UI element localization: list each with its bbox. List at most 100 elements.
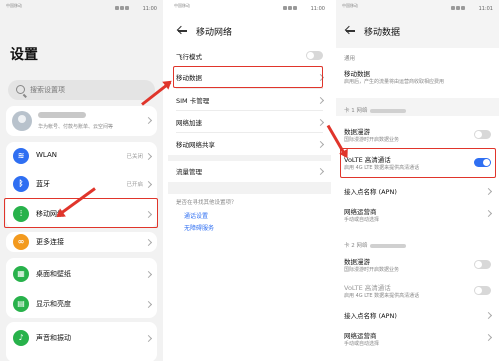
- redacted-number: [369, 243, 406, 248]
- airplane-mode-row[interactable]: 飞行模式: [168, 46, 331, 66]
- redacted-number: [369, 108, 406, 113]
- carrier-row[interactable]: 网络运营商 手动或自动选择: [336, 206, 499, 230]
- volte-row-2[interactable]: VoLTE 高清通话 启用 4G LTE 数据来提供高清通话: [336, 282, 499, 304]
- network-acceleration-row[interactable]: 网络加速: [168, 112, 331, 132]
- row-subtitle: 启用 4G LTE 数据来提供高清通话: [344, 293, 420, 299]
- sound-group: ♪ 声音和振动: [6, 322, 157, 361]
- chevron-right-icon: [316, 167, 325, 176]
- chevron-right-icon: [484, 209, 493, 218]
- page-title: 移动数据: [364, 28, 401, 38]
- chevron-right-icon: [144, 116, 153, 125]
- settings-screen: 中国移动 11:00 设置 搜索设置项 华为帐号、付款与账单、云空间等 ≋ WL…: [0, 0, 163, 361]
- row-subtitle: 手动或自动选择: [344, 217, 380, 223]
- settings-item-label: 桌面和壁纸: [36, 270, 71, 278]
- apn-row[interactable]: 接入点名称 (APN): [336, 184, 499, 202]
- page-title: 设置: [10, 47, 38, 63]
- row-label: 移动网络共享: [176, 141, 215, 149]
- row-title: VoLTE 高清通话: [344, 284, 391, 292]
- settings-item-more-connections[interactable]: ∞ 更多连接: [6, 228, 157, 256]
- settings-item-desktop[interactable]: ▦ 桌面和壁纸: [6, 260, 157, 288]
- settings-item-value: 已开启: [126, 182, 143, 188]
- chevron-right-icon: [144, 300, 153, 309]
- row-subtitle: 国际漫游时开启数据业务: [344, 137, 400, 143]
- chevron-right-icon: [316, 118, 325, 127]
- chevron-right-icon: [316, 96, 325, 105]
- status-bar: 中国移动 11:00: [168, 2, 331, 14]
- sim2-label: 卡 2 网络: [344, 243, 368, 249]
- row-subtitle: 手动或自动选择: [344, 341, 380, 347]
- sound-icon: ♪: [13, 330, 29, 346]
- display-icon: ▤: [13, 296, 29, 312]
- settings-item-wlan[interactable]: ≋ WLAN 已关闭: [6, 142, 157, 170]
- chevron-right-icon: [316, 140, 325, 149]
- hint-text: 是否在寻找其他设置项？: [176, 200, 237, 206]
- section-gap: [168, 182, 331, 194]
- status-icons: [115, 6, 135, 11]
- section-header: 通用: [344, 56, 356, 62]
- data-usage-row[interactable]: 流量管理: [168, 161, 331, 181]
- account-name-blurred: [38, 112, 86, 118]
- call-settings-link[interactable]: 通话设置: [184, 211, 208, 220]
- settings-item-bluetooth[interactable]: ᛒ 蓝牙 已开启: [6, 170, 157, 198]
- back-arrow-icon[interactable]: [346, 30, 355, 32]
- carrier-label: 中国移动: [6, 3, 22, 8]
- status-icons: [283, 6, 303, 11]
- wifi-icon: ≋: [13, 148, 29, 164]
- search-icon: [16, 85, 25, 94]
- row-title: 网络运营商: [344, 208, 377, 216]
- data-roaming-row[interactable]: 数据漫游 国际漫游时开启数据业务: [336, 126, 499, 150]
- carrier-label: 中国移动: [342, 3, 358, 8]
- page-title: 移动网络: [196, 28, 233, 38]
- section-header-sim2: 卡 2 网络: [344, 241, 406, 249]
- status-bar: 中国移动 11:00: [0, 2, 163, 14]
- chevron-right-icon: [144, 270, 153, 279]
- mobile-data-screen: 中国移动 11:01 移动数据 通用 移动数据 启用后，产生的流量将由运营商收取…: [336, 0, 499, 361]
- mobile-network-screen: 中国移动 11:00 移动网络 飞行模式 移动数据 SIM 卡管理 网络加速 移…: [168, 0, 331, 361]
- row-title: 数据漫游: [344, 128, 370, 136]
- sim-management-row[interactable]: SIM 卡管理: [168, 90, 331, 110]
- apn-row-2[interactable]: 接入点名称 (APN): [336, 308, 499, 326]
- row-label: 网络加速: [176, 119, 202, 127]
- sim2-card: 数据漫游 国际漫游时开启数据业务 VoLTE 高清通话 启用 4G LTE 数据…: [336, 250, 499, 361]
- settings-item-display[interactable]: ▤ 显示和亮度: [6, 290, 157, 318]
- highlight-box: [4, 198, 158, 228]
- row-title: 接入点名称 (APN): [344, 312, 397, 320]
- carrier-label: 中国移动: [174, 3, 190, 8]
- row-subtitle: 启用后，产生的流量将由运营商收取相应费用: [344, 79, 445, 85]
- mobile-data-row[interactable]: 移动数据 启用后，产生的流量将由运营商收取相应费用: [336, 68, 499, 96]
- chevron-right-icon: [144, 152, 153, 161]
- data-roaming-toggle[interactable]: [474, 130, 491, 139]
- row-title: 数据漫游: [344, 258, 370, 266]
- status-time: 11:00: [310, 6, 325, 12]
- settings-item-label: 显示和亮度: [36, 300, 71, 308]
- more-connections-group: ∞ 更多连接: [6, 232, 157, 252]
- settings-item-sound[interactable]: ♪ 声音和振动: [6, 324, 157, 352]
- status-time: 11:00: [142, 6, 157, 12]
- chevron-right-icon: [484, 333, 493, 342]
- account-card[interactable]: 华为帐号、付款与账单、云空间等: [6, 106, 157, 136]
- volte-toggle-2[interactable]: [474, 286, 491, 295]
- status-time: 11:01: [478, 6, 493, 12]
- chevron-right-icon: [484, 311, 493, 320]
- display-group: ▦ 桌面和壁纸 ▤ 显示和亮度: [6, 258, 157, 318]
- row-title: 网络运营商: [344, 332, 377, 340]
- settings-item-label: WLAN: [36, 151, 58, 159]
- chevron-right-icon: [484, 187, 493, 196]
- back-arrow-icon[interactable]: [178, 30, 187, 32]
- settings-item-label: 蓝牙: [36, 180, 50, 188]
- tethering-row[interactable]: 移动网络共享: [168, 134, 331, 154]
- data-roaming-toggle-2[interactable]: [474, 260, 491, 269]
- highlight-box: [340, 148, 496, 178]
- chevron-right-icon: [144, 180, 153, 189]
- sim1-label: 卡 1 网络: [344, 108, 368, 114]
- avatar: [12, 111, 32, 131]
- settings-item-label: 更多连接: [36, 238, 64, 246]
- carrier-row-2[interactable]: 网络运营商 手动或自动选择: [336, 330, 499, 354]
- data-roaming-row-2[interactable]: 数据漫游 国际漫游时开启数据业务: [336, 256, 499, 280]
- row-title: 接入点名称 (APN): [344, 188, 397, 196]
- airplane-mode-toggle[interactable]: [306, 51, 323, 60]
- accessibility-link[interactable]: 无障碍服务: [184, 223, 214, 232]
- divider: [176, 132, 323, 133]
- search-input[interactable]: 搜索设置项: [8, 80, 155, 100]
- link-icon: ∞: [13, 234, 29, 250]
